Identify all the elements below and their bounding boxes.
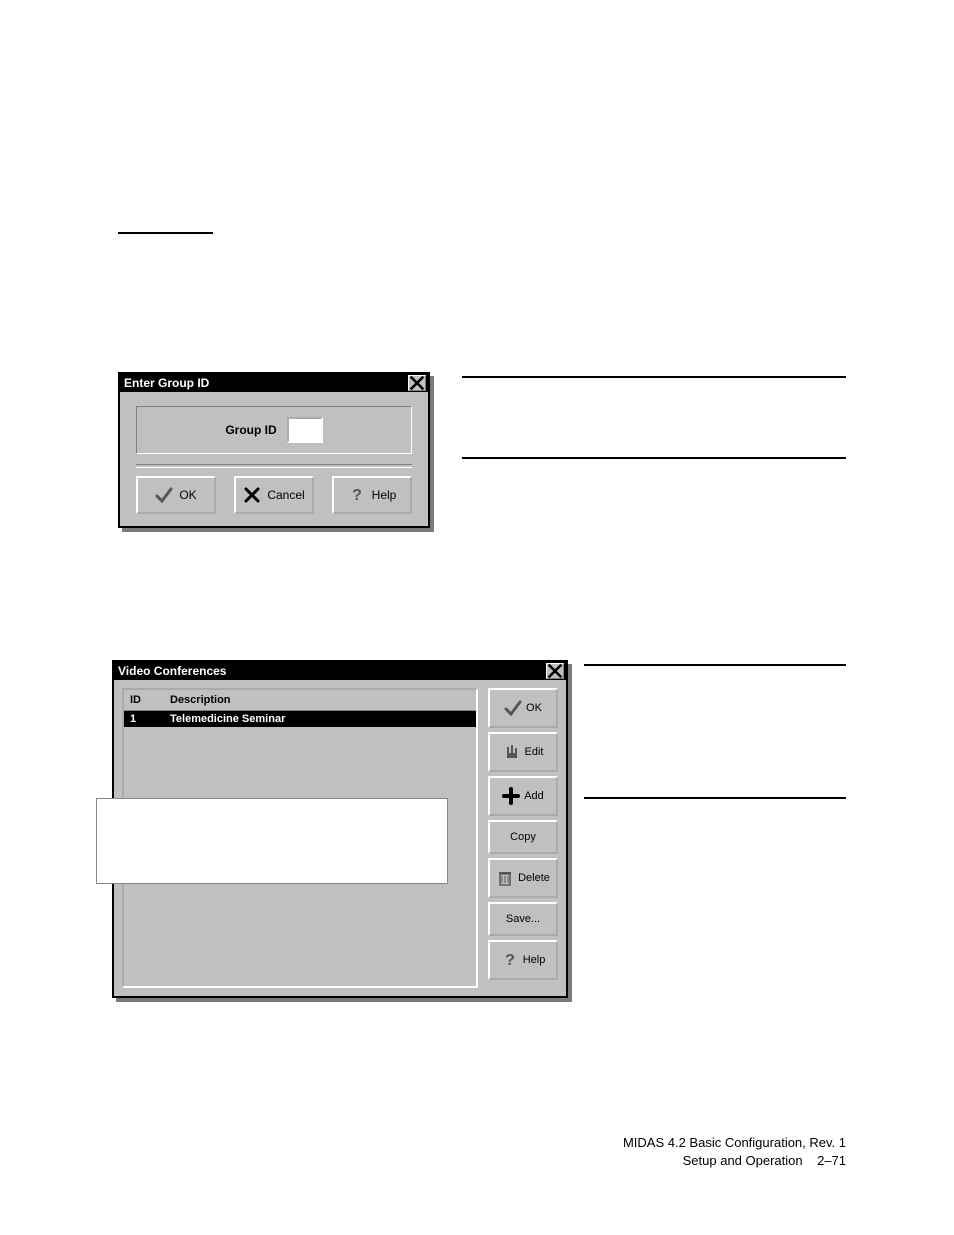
help-icon: ? — [501, 951, 519, 969]
trash-icon — [496, 869, 514, 887]
copy-button[interactable]: Copy — [488, 820, 558, 854]
column-desc-header: Description — [170, 694, 231, 706]
ok-button-label: OK — [179, 488, 196, 502]
delete-label: Delete — [518, 872, 550, 884]
help-label: Help — [523, 954, 546, 966]
column-id-header: ID — [130, 694, 170, 706]
page-footer: MIDAS 4.2 Basic Configuration, Rev. 1 Se… — [0, 1134, 846, 1169]
list-item[interactable]: 1 Telemedicine Seminar — [124, 711, 476, 727]
group-id-panel: Group ID — [136, 406, 412, 454]
ok-label: OK — [526, 702, 542, 714]
edit-label: Edit — [525, 746, 544, 758]
dialog-title: Enter Group ID — [124, 376, 209, 390]
conferences-list[interactable]: ID Description 1 Telemedicine Seminar — [122, 688, 478, 988]
group-id-input[interactable] — [287, 417, 323, 443]
svg-text:?: ? — [505, 952, 515, 969]
cancel-button[interactable]: Cancel — [234, 476, 314, 514]
check-icon — [504, 699, 522, 717]
note1-top-rule — [462, 376, 846, 378]
note2-bottom-rule — [584, 797, 846, 799]
list-header: ID Description — [124, 690, 476, 711]
dialog-title: Video Conferences — [118, 664, 226, 678]
video-conferences-dialog: Video Conferences ID Description 1 Telem… — [112, 660, 568, 998]
separator — [136, 464, 412, 468]
edit-button[interactable]: Edit — [488, 732, 558, 772]
enter-group-id-dialog: Enter Group ID Group ID OK Cancel ? Help — [118, 372, 430, 528]
note1-bottom-rule — [462, 457, 846, 459]
close-icon[interactable] — [546, 663, 564, 679]
footer-page-number: 2–71 — [817, 1153, 846, 1168]
dialog-title-bar: Enter Group ID — [120, 374, 428, 392]
delete-button[interactable]: Delete — [488, 858, 558, 898]
close-icon[interactable] — [408, 375, 426, 391]
section-underline — [118, 232, 213, 234]
row-id: 1 — [130, 713, 170, 725]
save-label: Save... — [506, 913, 540, 925]
edit-icon — [503, 743, 521, 761]
overlay-box — [96, 798, 448, 884]
help-button-label: Help — [372, 488, 397, 502]
x-icon — [243, 486, 261, 504]
side-button-column: OK Edit Add Copy Delete Save... ? — [488, 688, 558, 988]
note2-top-rule — [584, 664, 846, 666]
plus-icon — [502, 787, 520, 805]
check-icon — [155, 486, 173, 504]
add-label: Add — [524, 790, 544, 802]
add-button[interactable]: Add — [488, 776, 558, 816]
footer-line2-text: Setup and Operation — [683, 1153, 803, 1168]
help-button[interactable]: ? Help — [488, 940, 558, 980]
dialog-title-bar: Video Conferences — [114, 662, 566, 680]
svg-text:?: ? — [352, 487, 362, 504]
help-button[interactable]: ? Help — [332, 476, 412, 514]
group-id-label: Group ID — [225, 423, 276, 437]
copy-label: Copy — [510, 831, 536, 843]
cancel-button-label: Cancel — [267, 488, 304, 502]
ok-button[interactable]: OK — [488, 688, 558, 728]
ok-button[interactable]: OK — [136, 476, 216, 514]
footer-line1: MIDAS 4.2 Basic Configuration, Rev. 1 — [0, 1134, 846, 1152]
help-icon: ? — [348, 486, 366, 504]
save-button[interactable]: Save... — [488, 902, 558, 936]
row-description: Telemedicine Seminar — [170, 713, 285, 725]
